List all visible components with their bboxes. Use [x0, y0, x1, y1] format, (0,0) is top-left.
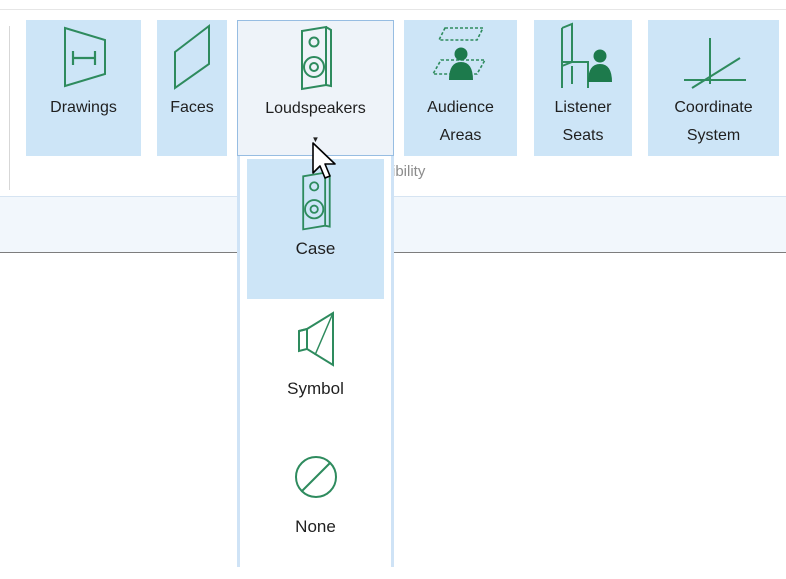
- ribbon-group-separator: [9, 26, 10, 190]
- faces-button[interactable]: Faces: [157, 20, 227, 156]
- loudspeakers-button[interactable]: Loudspeakers ▼: [237, 20, 394, 156]
- menu-item-none-label: None: [295, 517, 336, 536]
- menu-item-none[interactable]: None: [247, 439, 384, 579]
- ribbon-top-divider: [0, 9, 786, 10]
- coordinate-system-label: Coordinate System: [674, 99, 753, 144]
- menu-item-case-label: Case: [295, 239, 336, 258]
- audience-areas-label: Audience Areas: [427, 99, 494, 144]
- loudspeaker-symbol-icon: [291, 309, 341, 374]
- drawing-dimension-icon: [54, 22, 114, 97]
- faces-label: Faces: [170, 99, 214, 116]
- listener-seats-button[interactable]: Listener Seats: [534, 20, 632, 156]
- mouse-pointer-icon: [310, 140, 338, 187]
- audience-area-icon: [425, 22, 497, 97]
- drawings-label: Drawings: [50, 99, 117, 116]
- none-circle-icon: [291, 447, 341, 512]
- loudspeakers-dropdown-menu: Case Symbol None: [237, 156, 394, 567]
- loudspeaker-case-icon: [294, 23, 338, 98]
- audience-areas-button[interactable]: Audience Areas: [404, 20, 517, 156]
- ribbon-group-label: ibility: [392, 163, 426, 180]
- drawings-button[interactable]: Drawings: [26, 20, 141, 156]
- coordinate-system-button[interactable]: Coordinate System: [648, 20, 779, 156]
- menu-item-symbol-label: Symbol: [287, 379, 344, 398]
- face-plane-icon: [164, 22, 220, 97]
- loudspeakers-label: Loudspeakers: [265, 100, 366, 117]
- listener-seats-label: Listener Seats: [554, 99, 612, 144]
- menu-item-symbol[interactable]: Symbol: [247, 299, 384, 439]
- coordinate-system-icon: [674, 22, 754, 97]
- listener-seat-icon: [548, 22, 618, 97]
